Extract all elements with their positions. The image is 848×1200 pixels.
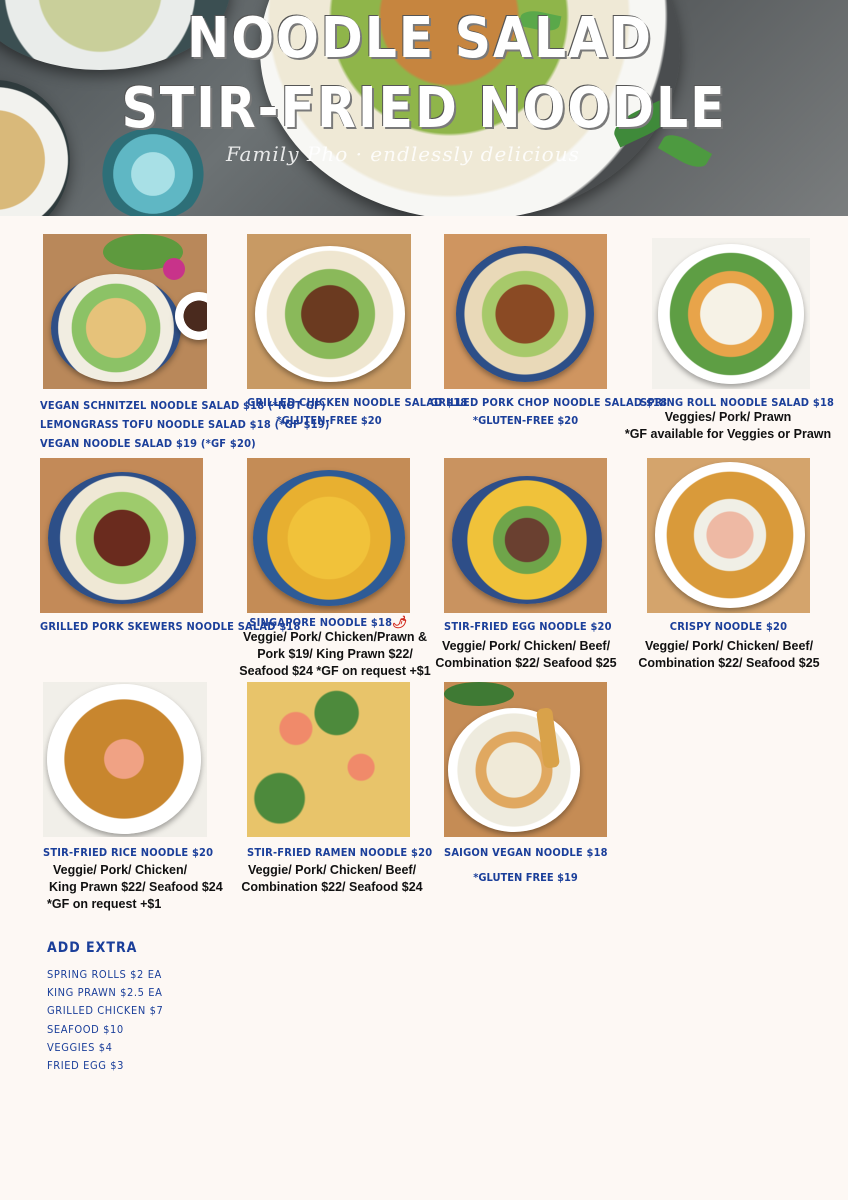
menu-item-description-line: Combination $22/ Seafood $25 xyxy=(435,656,617,670)
menu-item-description-line: Combination $22/ Seafood $24 xyxy=(241,880,423,894)
stir-fried-ramen-noodle-photo xyxy=(247,682,410,837)
tagline: Family Pho · endlessly delicious xyxy=(226,142,580,166)
grilled-pork-skewers-noodle-salad-photo xyxy=(40,458,203,613)
menu-item-name: GRILLED CHICKEN NOODLE SALAD $18 xyxy=(247,396,468,409)
menu-item-name: VEGAN NOODLE SALAD $19 (*GF $20) xyxy=(40,437,256,450)
menu-item-name-text: SINGAPORE NOODLE $18 xyxy=(249,616,393,629)
crispy-noodle-photo xyxy=(647,458,810,613)
singapore-noodle-photo xyxy=(247,458,410,613)
menu-item-description: Veggie/ Pork/ Chicken/Prawn & Pork $19/ … xyxy=(235,629,435,680)
menu-item-description-line: Veggie/ Pork/ Chicken/ Beef/ xyxy=(247,863,417,877)
extra-item: GRILLED CHICKEN $7 xyxy=(47,1004,164,1018)
gluten-free-price: *GLUTEN-FREE $20 xyxy=(276,414,382,427)
menu-item-name: STIR-FRIED RICE NOODLE $20 xyxy=(43,846,214,859)
extra-item: SEAFOOD $10 xyxy=(47,1022,124,1036)
menu-item-description: Veggie/ Pork/ Chicken/ Beef/ Combination… xyxy=(426,638,626,672)
header-banner: NOODLE SALAD STIR-FRIED NOODLE Family Ph… xyxy=(0,0,848,216)
stir-fried-rice-noodle-photo xyxy=(43,682,207,837)
menu-item-description-line: King Prawn $22/ Seafood $24 xyxy=(49,880,223,894)
stir-fried-egg-noodle-photo xyxy=(444,458,607,613)
menu-item-description: Veggies/ Pork/ Prawn *GF available for V… xyxy=(612,409,844,443)
menu-item-name: GRILLED PORK SKEWERS NOODLE SALAD $18 xyxy=(40,620,301,633)
menu-item-name: CRISPY NOODLE $20 xyxy=(669,620,788,633)
extra-item: FRIED EGG $3 xyxy=(47,1059,125,1073)
gluten-free-price: *GLUTEN FREE $19 xyxy=(473,871,578,884)
extra-item: VEGGIES $4 xyxy=(47,1040,113,1054)
menu-item-name: GRILLED PORK CHOP NOODLE SALAD $18 xyxy=(430,396,668,409)
menu-item-description-line: Veggie/ Pork/ Chicken/ xyxy=(53,863,188,877)
chili-icon: 🌶 xyxy=(392,615,408,629)
grilled-pork-chop-noodle-salad-photo xyxy=(444,234,607,389)
menu-item-description-line: Pork $19/ King Prawn $22/ xyxy=(257,647,413,661)
menu-item-description: Veggie/ Pork/ Chicken/ King Prawn $22/ S… xyxy=(47,862,247,913)
menu-item-description-line: Veggie/ Pork/ Chicken/ Beef/ xyxy=(644,639,814,653)
menu-item-description: Veggie/ Pork/ Chicken/ Beef/ Combination… xyxy=(232,862,432,896)
menu-item-description-line: Seafood $24 *GF on request +$1 xyxy=(239,664,431,678)
menu-item-description-line: Combination $22/ Seafood $25 xyxy=(638,656,820,670)
add-extra-list: SPRING ROLLS $2 EA KING PRAWN $2.5 EA GR… xyxy=(47,966,163,1075)
spring-roll-noodle-salad-photo xyxy=(652,238,810,389)
menu-item-description-line: *GF available for Veggies or Prawn xyxy=(624,427,832,441)
extra-item: KING PRAWN $2.5 EA xyxy=(47,986,163,1000)
grilled-chicken-noodle-salad-photo xyxy=(247,234,411,389)
extra-item: SPRING ROLLS $2 EA xyxy=(47,968,162,981)
page-title-line1: NOODLE SALAD xyxy=(187,6,653,71)
menu-item-name: SPRING ROLL NOODLE SALAD $18 xyxy=(640,396,835,409)
water-glass-image xyxy=(98,128,208,216)
gluten-free-price: *GLUTEN-FREE $20 xyxy=(472,414,579,427)
vegan-noodle-salad-photo xyxy=(43,234,207,389)
menu-item-name: STIR-FRIED RAMEN NOODLE $20 xyxy=(247,846,433,859)
menu-item-description-line: Veggies/ Pork/ Prawn xyxy=(664,410,792,424)
page-title-line2: STIR-FRIED NOODLE xyxy=(121,76,727,141)
menu-item-description-line: Veggie/ Pork/ Chicken/ Beef/ xyxy=(441,639,611,653)
menu-item-description-line: Veggie/ Pork/ Chicken/Prawn & xyxy=(242,630,428,644)
menu-item-name: SAIGON VEGAN NOODLE $18 xyxy=(444,846,608,859)
saigon-vegan-noodle-photo xyxy=(444,682,607,837)
menu-item-name: SINGAPORE NOODLE $18🌶 xyxy=(247,615,410,629)
menu-item-description: Veggie/ Pork/ Chicken/ Beef/ Combination… xyxy=(629,638,829,672)
add-extra-heading: ADD EXTRA xyxy=(47,940,138,956)
menu-item-description-line: *GF on request +$1 xyxy=(47,897,162,911)
menu-item-name: STIR-FRIED EGG NOODLE $20 xyxy=(444,620,612,633)
